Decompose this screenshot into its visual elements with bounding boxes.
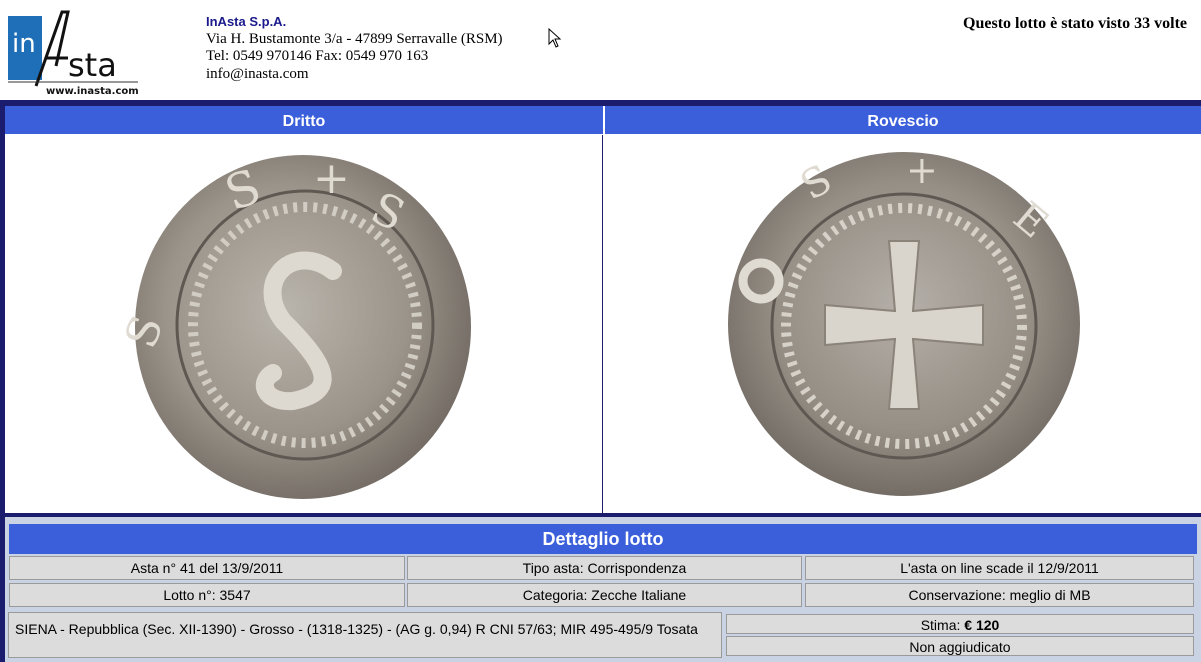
coin-images-table: Dritto Rovescio S + S S S + E bbox=[5, 106, 1201, 513]
obverse-coin-image[interactable]: S + S S bbox=[115, 141, 483, 512]
svg-text:sta: sta bbox=[68, 46, 117, 84]
detail-title: Dettaglio lotto bbox=[9, 524, 1197, 554]
reverse-cell: S + E bbox=[605, 135, 1201, 513]
svg-text:+: + bbox=[906, 148, 938, 192]
reverse-header: Rovescio bbox=[605, 106, 1201, 134]
lot-description: SIENA - Repubblica (Sec. XII-1390) - Gro… bbox=[8, 612, 722, 658]
auction-number: Asta n° 41 del 13/9/2011 bbox=[9, 556, 405, 580]
estimate-value: € 120 bbox=[964, 617, 1000, 633]
svg-text:www.inasta.com: www.inasta.com bbox=[46, 86, 139, 96]
auction-deadline: L'asta on line scade il 12/9/2011 bbox=[805, 556, 1194, 580]
estimate-box: Stima: € 120 Non aggiudicato bbox=[726, 614, 1194, 658]
company-address: Via H. Bustamonte 3/a - 47899 Serravalle… bbox=[206, 30, 503, 47]
company-phone: Tel: 0549 970146 Fax: 0549 970 163 bbox=[206, 48, 429, 64]
lot-status: Non aggiudicato bbox=[726, 636, 1194, 656]
mouse-cursor-icon bbox=[548, 28, 562, 48]
lot-category: Categoria: Zecche Italiane bbox=[407, 583, 802, 607]
obverse-cell: S + S S bbox=[5, 135, 603, 513]
inasta-logo[interactable]: in sta www.inasta.com bbox=[6, 6, 142, 97]
reverse-coin-image[interactable]: S + E bbox=[721, 141, 1087, 512]
estimate-row: Stima: € 120 bbox=[726, 614, 1194, 634]
company-name: InAsta S.p.A. bbox=[206, 14, 287, 29]
svg-text:+: + bbox=[313, 153, 350, 204]
obverse-header: Dritto bbox=[5, 106, 603, 134]
lot-condition: Conservazione: meglio di MB bbox=[805, 583, 1194, 607]
view-counter: Questo lotto è stato visto 33 volte bbox=[963, 15, 1187, 32]
company-email[interactable]: info@inasta.com bbox=[206, 66, 503, 84]
lot-number: Lotto n°: 3547 bbox=[9, 583, 405, 607]
estimate-label: Stima: bbox=[920, 617, 961, 633]
site-header: in sta www.inasta.com InAsta S.p.A. Via … bbox=[0, 0, 1201, 100]
auction-type: Tipo asta: Corrispondenza bbox=[407, 556, 802, 580]
company-info: InAsta S.p.A. Via H. Bustamonte 3/a - 47… bbox=[206, 13, 503, 83]
svg-text:in: in bbox=[12, 29, 36, 59]
